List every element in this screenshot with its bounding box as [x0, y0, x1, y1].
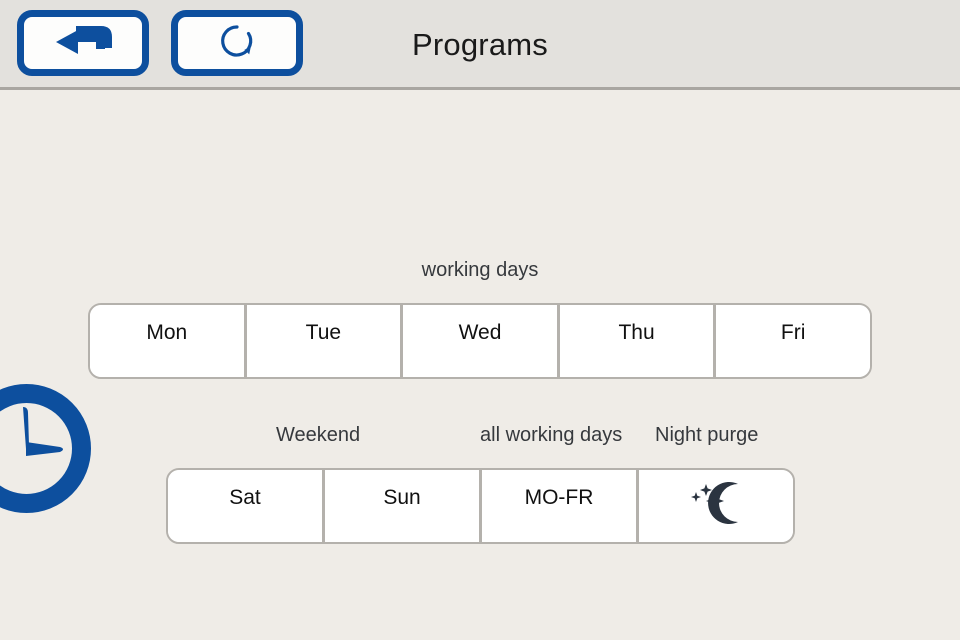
working-days-button-group: Mon Tue Wed Thu Fri: [88, 303, 872, 379]
program-button-mo-fr[interactable]: MO-FR: [482, 470, 639, 542]
clock-icon: [0, 383, 93, 514]
day-button-sat[interactable]: Sat: [168, 470, 325, 542]
header-bar: Programs: [0, 0, 960, 90]
day-button-wed[interactable]: Wed: [403, 305, 560, 377]
moon-stars-icon: [676, 478, 756, 534]
day-button-tue[interactable]: Tue: [246, 305, 404, 377]
program-button-night-purge[interactable]: [639, 470, 793, 542]
working-days-caption: working days: [421, 259, 539, 281]
day-button-thu[interactable]: Thu: [559, 305, 717, 377]
day-button-sun[interactable]: Sun: [325, 470, 482, 542]
day-button-fri[interactable]: Fri: [716, 305, 870, 377]
day-button-mon[interactable]: Mon: [90, 305, 247, 377]
weekend-button-group: Sat Sun MO-FR: [166, 468, 795, 544]
all-working-days-caption: all working days: [480, 424, 623, 446]
page-title: Programs: [412, 27, 548, 62]
night-purge-caption: Night purge: [655, 424, 759, 446]
weekend-caption: Weekend: [276, 424, 361, 446]
